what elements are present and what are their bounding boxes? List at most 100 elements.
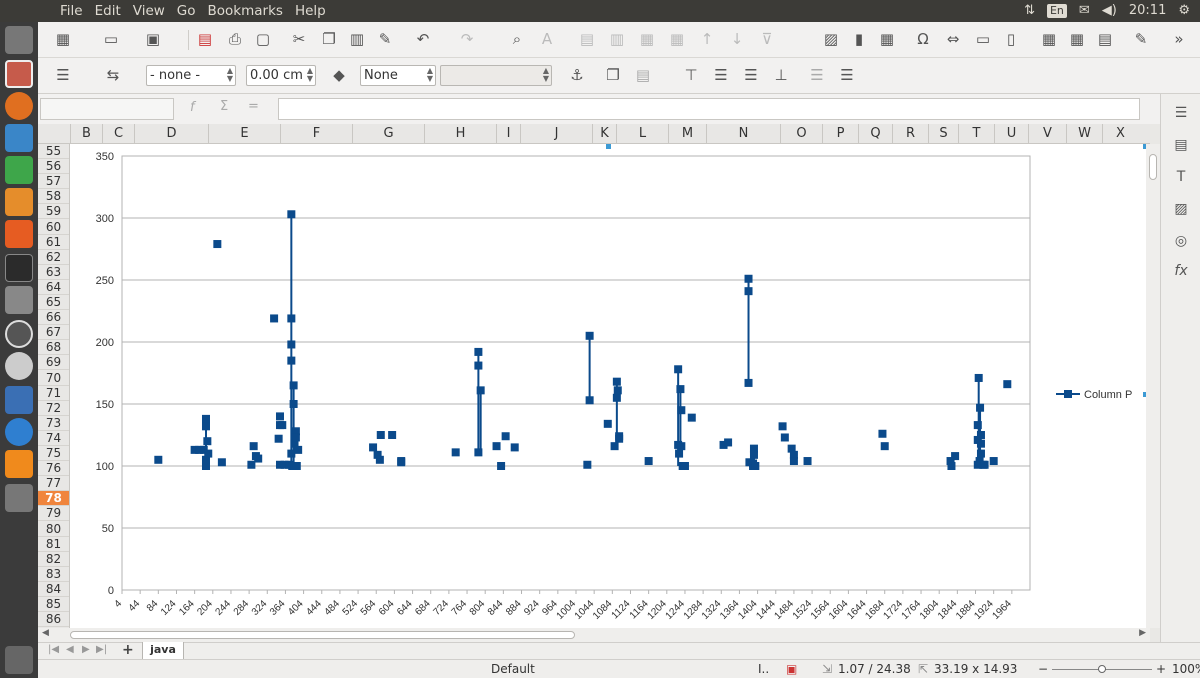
cut-icon[interactable]: ✂ <box>290 30 308 48</box>
hyperlink-icon[interactable]: ⇔ <box>944 30 962 48</box>
row-header-80[interactable]: 80 <box>38 522 69 537</box>
scroll-right-icon[interactable]: ▶ <box>1139 628 1146 638</box>
zoom-in-icon[interactable]: + <box>1156 660 1166 678</box>
row-header-74[interactable]: 74 <box>38 431 69 446</box>
horizontal-scroll-thumb[interactable] <box>70 631 575 639</box>
calc-icon[interactable] <box>5 156 33 184</box>
menu-help[interactable]: Help <box>289 3 332 19</box>
column-header-j[interactable]: J <box>520 124 592 143</box>
writer-icon[interactable] <box>5 124 33 152</box>
undo-icon[interactable]: ↶ <box>414 30 432 48</box>
define-print-area-icon[interactable]: ▦ <box>1040 30 1058 48</box>
row-header-60[interactable]: 60 <box>38 220 69 235</box>
gear-icon[interactable]: ⚙ <box>1178 3 1190 18</box>
arrange-icon[interactable]: ❐ <box>604 66 622 84</box>
sort-desc-icon[interactable]: ↓ <box>728 30 746 48</box>
sidebar-menu-icon[interactable]: ☰ <box>1172 104 1190 122</box>
row-header-62[interactable]: 62 <box>38 250 69 265</box>
print-icon[interactable]: ⎙ <box>226 30 244 48</box>
column-header-i[interactable]: I <box>496 124 520 143</box>
formula-input[interactable] <box>278 98 1140 120</box>
align-icon[interactable]: ▤ <box>634 66 652 84</box>
column-header-w[interactable]: W <box>1066 124 1102 143</box>
redo-icon[interactable]: ↷ <box>458 30 476 48</box>
toolbar-overflow-icon[interactable]: » <box>1170 30 1188 48</box>
row-header-82[interactable]: 82 <box>38 552 69 567</box>
row-header-83[interactable]: 83 <box>38 567 69 582</box>
chart[interactable]: 0501001502002503003504 44 8412416420424428… <box>70 144 1148 628</box>
selection-handle[interactable] <box>606 144 611 149</box>
column-header-o[interactable]: O <box>780 124 822 143</box>
row-header-86[interactable]: 86 <box>38 612 69 628</box>
open-folder-icon[interactable]: ▭ <box>102 30 120 48</box>
line-style-select[interactable]: - none - ▲ ▼ <box>146 65 236 86</box>
column-header-d[interactable]: D <box>134 124 208 143</box>
vertical-scroll-thumb[interactable] <box>1149 154 1157 180</box>
sort-asc-icon[interactable]: ↑ <box>698 30 716 48</box>
fill-bucket-icon[interactable]: ◆ <box>330 66 348 84</box>
row-header-84[interactable]: 84 <box>38 582 69 597</box>
pivot-table-icon[interactable]: ▦ <box>878 30 896 48</box>
volume-icon[interactable]: ◀) <box>1102 3 1117 18</box>
menu-edit[interactable]: Edit <box>89 3 127 19</box>
add-sheet-icon[interactable]: + <box>122 642 134 658</box>
find-icon[interactable]: ⌕ <box>508 30 526 48</box>
column-header-r[interactable]: R <box>892 124 928 143</box>
row-header-66[interactable]: 66 <box>38 310 69 326</box>
show-draw-functions-icon[interactable]: ✎ <box>1132 30 1150 48</box>
menu-bookmarks[interactable]: Bookmarks <box>202 3 289 19</box>
first-sheet-icon[interactable]: |◀ <box>48 644 59 655</box>
software-center-icon[interactable] <box>5 220 33 248</box>
save-icon[interactable]: ▣ <box>144 30 162 48</box>
row-header-69[interactable]: 69 <box>38 355 69 371</box>
row-header-64[interactable]: 64 <box>38 280 69 295</box>
sheet-tab-java[interactable]: java <box>142 642 184 660</box>
clone-formatting-icon[interactable]: ✎ <box>376 30 394 48</box>
scroll-left-icon[interactable]: ◀ <box>42 628 49 638</box>
row-header-65[interactable]: 65 <box>38 295 69 310</box>
row-header-59[interactable]: 59 <box>38 204 69 220</box>
virtualbox-icon[interactable] <box>5 386 33 414</box>
disc-icon[interactable] <box>5 352 33 380</box>
spelling-icon[interactable]: A <box>538 30 556 48</box>
column-header-c[interactable]: C <box>102 124 134 143</box>
keyboard-layout-indicator[interactable]: En <box>1046 3 1067 18</box>
indent-icon[interactable]: ☰ <box>712 66 730 84</box>
row-header-85[interactable]: 85 <box>38 597 69 612</box>
export-pdf-icon[interactable]: ▤ <box>196 30 214 48</box>
styles-icon[interactable]: T <box>1172 168 1190 186</box>
paste-icon[interactable]: ▥ <box>348 30 366 48</box>
row-header-77[interactable]: 77 <box>38 476 69 492</box>
column-header-u[interactable]: U <box>994 124 1028 143</box>
copy-icon[interactable]: ❐ <box>320 30 338 48</box>
special-character-icon[interactable]: Ω <box>914 30 932 48</box>
row-header-55[interactable]: 55 <box>38 144 69 159</box>
row-header-63[interactable]: 63 <box>38 265 69 280</box>
column-header-t[interactable]: T <box>958 124 994 143</box>
functions-icon[interactable]: fx <box>1172 262 1190 280</box>
insert-image-icon[interactable]: ▨ <box>822 30 840 48</box>
formula-icon[interactable]: = <box>248 99 259 114</box>
arrow-style-icon[interactable]: ⇆ <box>104 66 122 84</box>
zoom-slider[interactable] <box>1052 665 1152 673</box>
sum-icon[interactable]: Σ <box>220 99 228 114</box>
print-preview-icon[interactable]: ▢ <box>254 30 272 48</box>
row-header-72[interactable]: 72 <box>38 401 69 416</box>
align-top-icon[interactable]: ⊤ <box>682 66 700 84</box>
network-globe-icon[interactable] <box>5 418 33 446</box>
wrap-icon[interactable]: ☰ <box>808 66 826 84</box>
vertical-scrollbar[interactable] <box>1146 144 1160 628</box>
network-arrows-icon[interactable]: ⇅ <box>1024 3 1035 18</box>
column-header-b[interactable]: B <box>70 124 102 143</box>
autofilter-icon[interactable]: ⊽ <box>758 30 776 48</box>
firefox-icon[interactable] <box>5 92 33 120</box>
column-icon[interactable]: ▥ <box>608 30 626 48</box>
new-spreadsheet-icon[interactable]: ▦ <box>54 30 72 48</box>
row-icon[interactable]: ▤ <box>578 30 596 48</box>
row-header-71[interactable]: 71 <box>38 386 69 401</box>
area-fill-select[interactable]: ▲ ▼ <box>440 65 552 86</box>
column-header-q[interactable]: Q <box>858 124 892 143</box>
column-header-h[interactable]: H <box>424 124 496 143</box>
navigator-icon[interactable]: ◎ <box>1172 232 1190 250</box>
horizontal-scrollbar[interactable]: ◀ ▶ <box>38 628 1150 642</box>
